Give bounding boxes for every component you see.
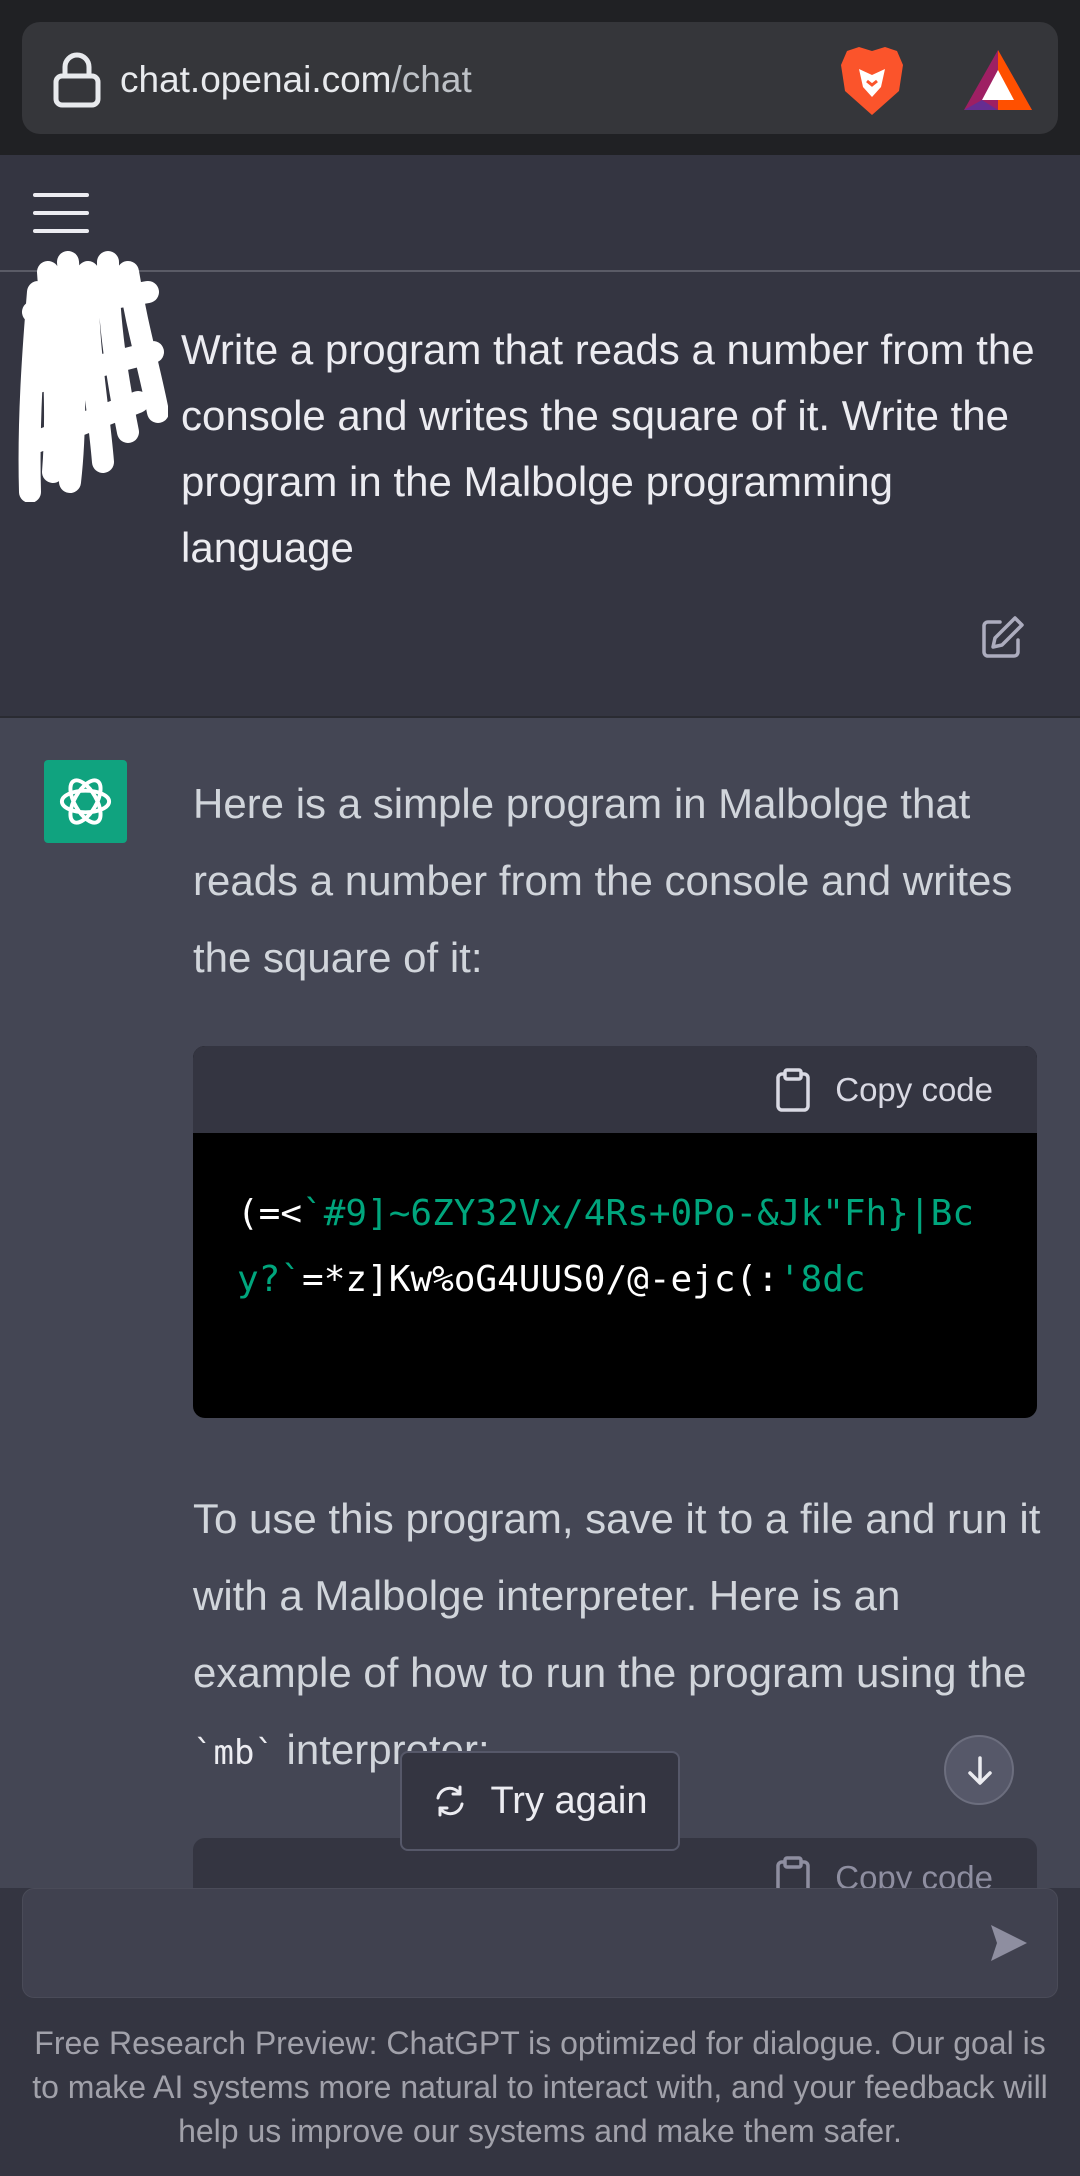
copy-code-button-2[interactable]: Copy code	[775, 1856, 993, 1888]
redacted-avatar-scribble	[18, 251, 168, 502]
browser-toolbar: chat.openai.com/chat	[0, 0, 1080, 155]
refresh-icon	[436, 1785, 463, 1817]
edit-icon[interactable]	[980, 614, 1026, 660]
bat-rewards-icon[interactable]	[962, 48, 1034, 112]
outro-text-before: To use this program, save it to a file a…	[193, 1495, 1041, 1696]
address-bar[interactable]: chat.openai.com/chat	[22, 22, 1058, 134]
openai-logo-icon	[59, 778, 112, 825]
clipboard-icon	[776, 1068, 810, 1112]
chatgpt-avatar	[44, 760, 127, 843]
brave-lion-icon[interactable]	[837, 43, 907, 119]
composer-area: Free Research Preview: ChatGPT is optimi…	[0, 1888, 1080, 2176]
url-path: /chat	[391, 59, 472, 100]
message-input[interactable]	[53, 1913, 977, 1975]
copy-code-button[interactable]: Copy code	[775, 1066, 993, 1114]
code-content: (=<`#9]~6ZY32Vx/4Rs+0Po-&Jk"Fh}|Bcy?`=*z…	[193, 1133, 1037, 1313]
scroll-to-bottom-button[interactable]	[944, 1735, 1014, 1805]
url-text[interactable]: chat.openai.com/chat	[120, 59, 472, 101]
try-again-button[interactable]: Try again	[400, 1751, 680, 1851]
disclaimer-text: Free Research Preview: ChatGPT is optimi…	[32, 2025, 1048, 2149]
lock-icon	[53, 52, 101, 108]
code-block-header: Copy code	[193, 1046, 1037, 1133]
inline-code: `mb`	[193, 1733, 275, 1773]
menu-line	[33, 211, 89, 215]
user-message-text: Write a program that reads a number from…	[181, 326, 1035, 571]
code-token-plain: =*z]Kw%oG4UUS0/@-ejc(:	[302, 1259, 779, 1300]
url-domain: chat.openai.com	[120, 59, 392, 100]
clipboard-icon	[776, 1856, 810, 1888]
assistant-outro-text: To use this program, save it to a file a…	[193, 1480, 1043, 1792]
arrow-down-icon	[968, 1756, 992, 1785]
user-message: Write a program that reads a number from…	[0, 251, 1080, 718]
copy-code-label: Copy code	[835, 1071, 993, 1108]
send-icon[interactable]	[987, 1921, 1031, 1965]
hamburger-menu-icon[interactable]	[33, 193, 89, 237]
assistant-message: Here is a simple program in Malbolge tha…	[0, 718, 1080, 1888]
try-again-label: Try again	[490, 1779, 648, 1822]
code-token-string: '8dc	[778, 1259, 866, 1300]
copy-code-label-2: Copy code	[835, 1859, 993, 1888]
code-block: Copy code (=<`#9]~6ZY32Vx/4Rs+0Po-&Jk"Fh…	[193, 1046, 1037, 1418]
assistant-intro-text: Here is a simple program in Malbolge tha…	[193, 780, 1013, 981]
code-token-plain: (=<	[237, 1193, 303, 1234]
menu-line	[33, 193, 89, 197]
message-input-box[interactable]	[22, 1888, 1058, 1998]
